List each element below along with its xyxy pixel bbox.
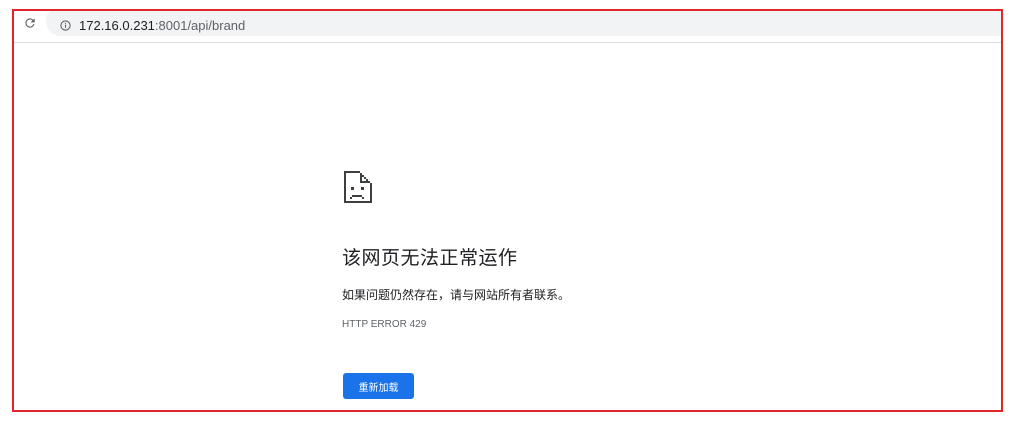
url-text[interactable]: 172.16.0.231:8001/api/brand <box>79 18 245 33</box>
browser-frame: 172.16.0.231:8001/api/brand 该网页无法正常运作 如果… <box>12 9 1003 412</box>
url-host: 172.16.0.231 <box>79 17 155 33</box>
sad-page-icon <box>342 169 374 205</box>
error-message: 如果问题仍然存在，请与网站所有者联系。 <box>342 288 571 302</box>
error-heading: 该网页无法正常运作 <box>342 247 518 269</box>
address-bar[interactable]: 172.16.0.231:8001/api/brand <box>46 11 1001 36</box>
info-icon[interactable] <box>60 19 71 31</box>
reload-icon[interactable] <box>22 15 38 31</box>
browser-toolbar: 172.16.0.231:8001/api/brand <box>14 11 1001 43</box>
error-code: HTTP ERROR 429 <box>342 319 427 330</box>
url-path: :8001/api/brand <box>154 17 246 33</box>
reload-button[interactable]: 重新加载 <box>343 373 414 399</box>
